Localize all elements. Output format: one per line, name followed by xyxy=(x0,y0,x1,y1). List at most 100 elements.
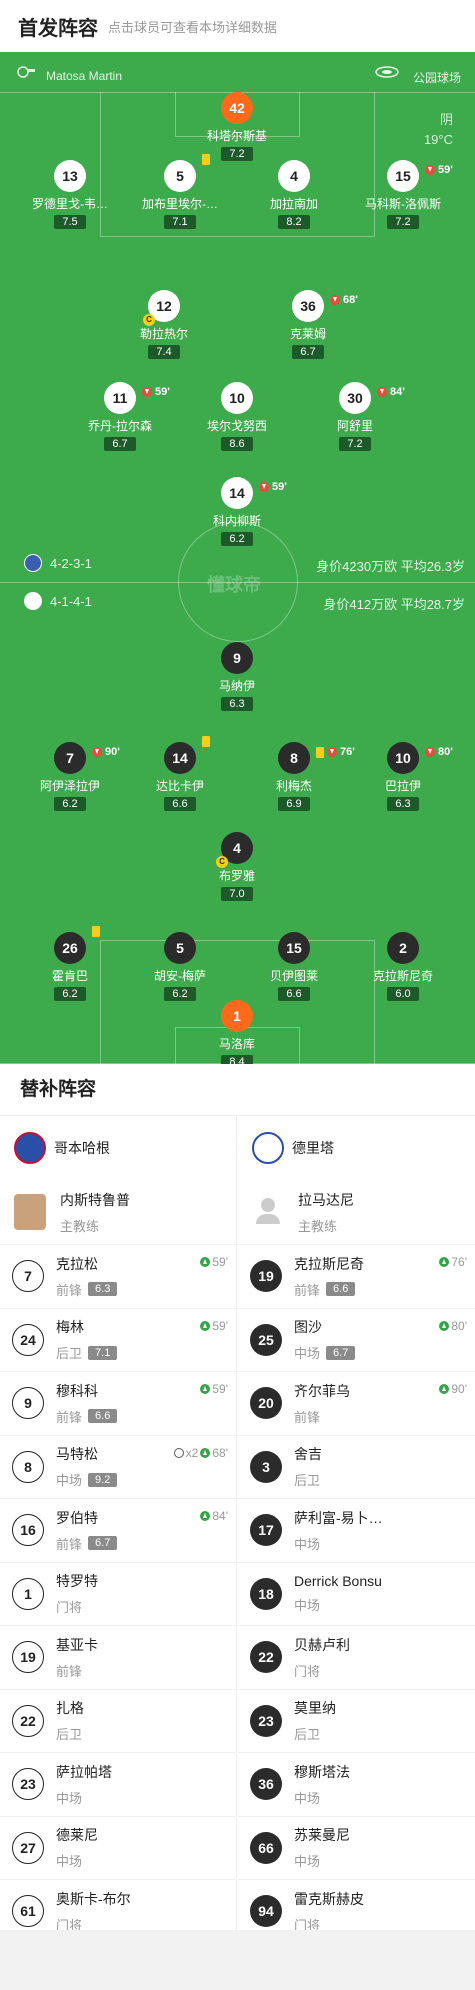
away-player[interactable]: 4 C 布罗雅 7.0 xyxy=(177,832,297,902)
captain-badge: C xyxy=(216,856,228,868)
sub-on-minute: 68' xyxy=(212,1445,228,1460)
player-number: 15 59' xyxy=(387,160,453,192)
home-bench: 哥本哈根 内斯特鲁普 主教练 7 克拉松 前锋 6.3 59' 24 梅林 后卫 7.1 59' 9… xyxy=(0,1116,237,1943)
home-player[interactable]: 13 罗德里戈-韦… 7.5 xyxy=(10,160,130,230)
bench-player-name: 齐尔菲乌 xyxy=(294,1382,350,1399)
player-rating: 6.2 xyxy=(54,797,86,811)
away-player[interactable]: 2 克拉斯尼奇 6.0 xyxy=(343,932,463,1002)
bench-player-number: 23 xyxy=(250,1704,282,1737)
away-player[interactable]: 9 马纳伊 6.3 xyxy=(177,642,297,712)
bench-player-info: 萨拉帕塔 中场 xyxy=(56,1762,112,1807)
captain-badge: C xyxy=(143,314,155,326)
bench-player-row[interactable]: 66 苏莱曼尼 中场 xyxy=(238,1815,475,1880)
lineup-header: 首发阵容 点击球员可查看本场详细数据 xyxy=(0,0,475,52)
player-name: 霍肯巴 xyxy=(51,969,88,983)
bench-player-row[interactable]: 20 齐尔菲乌 前锋 90' xyxy=(238,1371,475,1435)
bench-player-row[interactable]: 19 基亚卡 前锋 xyxy=(0,1625,236,1689)
away-coach-role: 主教练 xyxy=(298,1218,338,1234)
bench-player-position: 中场 9.2 xyxy=(56,1470,118,1489)
bench-player-events: 90' xyxy=(439,1382,467,1396)
home-player[interactable]: 14 59' 科内柳斯 6.2 xyxy=(177,477,297,547)
player-number: 5 xyxy=(164,932,196,964)
away-formation: 4-1-4-1 xyxy=(50,594,92,609)
home-player[interactable]: 4 加拉南加 8.2 xyxy=(234,160,354,230)
bench-player-rating: 6.7 xyxy=(88,1536,118,1551)
position-label: 中场 xyxy=(294,1536,321,1552)
bench-player-row[interactable]: 24 梅林 后卫 7.1 59' xyxy=(0,1307,236,1372)
away-player[interactable]: 14 达比卡伊 6.6 xyxy=(120,736,240,812)
substitution-off-icon xyxy=(425,165,435,175)
player-rating: 7.0 xyxy=(221,887,253,901)
player-number: 2 xyxy=(387,932,419,964)
bench-player-row[interactable]: 23 莫里纳 后卫 xyxy=(238,1688,475,1753)
home-coach[interactable]: 内斯特鲁普 主教练 xyxy=(0,1180,236,1244)
bench-player-name: 图沙 xyxy=(294,1319,322,1336)
bench-player-info: 舍吉 后卫 xyxy=(294,1444,322,1489)
bench-player-row[interactable]: 27 德莱尼 中场 xyxy=(0,1815,236,1880)
substitution-on-icon xyxy=(439,1257,450,1267)
bench-player-row[interactable]: 9 穆科科 前锋 6.6 59' xyxy=(0,1371,236,1435)
player-events: 90' xyxy=(92,736,120,768)
home-player[interactable]: 12 C 勒拉热尔 7.4 xyxy=(104,290,224,360)
away-player[interactable]: 26 霍肯巴 6.2 xyxy=(10,926,130,1002)
yellow-card-icon xyxy=(202,154,210,165)
bench-player-name: 莫里纳 xyxy=(294,1700,336,1717)
bench-player-row[interactable]: 1 特罗特 门将 xyxy=(0,1561,236,1626)
bench-player-number: 3 xyxy=(250,1450,282,1483)
away-player[interactable]: 10 80' 巴拉伊 6.3 xyxy=(343,742,463,812)
home-player[interactable]: 42 科塔尔斯基 7.2 xyxy=(177,92,297,162)
away-player[interactable]: 15 贝伊图莱 6.6 xyxy=(234,932,354,1002)
home-player[interactable]: 30 84' 阿舒里 7.2 xyxy=(295,382,415,452)
away-team-info: 4-1-4-1 身价412万欧 平均28.7岁 xyxy=(0,592,475,612)
home-coach-name: 内斯特鲁普 xyxy=(60,1191,130,1208)
position-label: 前锋 xyxy=(56,1409,83,1425)
substitution-on-icon xyxy=(200,1257,211,1267)
away-team-row[interactable]: 德里塔 xyxy=(238,1116,475,1180)
bench-player-row[interactable]: 17 萨利富-易卜… 中场 xyxy=(238,1498,475,1562)
away-player[interactable]: 5 胡安-梅萨 6.2 xyxy=(120,932,240,1002)
lineup-hint: 点击球员可查看本场详细数据 xyxy=(108,19,278,35)
home-player[interactable]: 15 59' 马科斯-洛佩斯 7.2 xyxy=(343,160,463,230)
bench-player-row[interactable]: 25 图沙 中场 6.7 80' xyxy=(238,1307,475,1372)
bench-player-row[interactable]: 16 罗伯特 前锋 6.7 84' xyxy=(0,1498,236,1562)
player-name: 埃尔戈努西 xyxy=(206,419,267,433)
away-player[interactable]: 7 90' 阿伊泽拉伊 6.2 xyxy=(10,742,130,812)
bench-player-row[interactable]: 18 Derrick Bonsu 中场 xyxy=(238,1561,475,1626)
position-label: 后卫 xyxy=(56,1727,83,1743)
bench-player-row[interactable]: 3 舍吉 后卫 xyxy=(238,1434,475,1499)
bench-player-number: 16 xyxy=(12,1514,44,1547)
bench-player-info: 罗伯特 前锋 6.7 xyxy=(56,1508,118,1553)
away-coach[interactable]: 拉马达尼 主教练 xyxy=(238,1180,475,1244)
bench-player-row[interactable]: 22 扎格 后卫 xyxy=(0,1688,236,1753)
bench-player-rating: 7.1 xyxy=(88,1345,118,1360)
position-label: 前锋 xyxy=(294,1409,321,1425)
bench-player-row[interactable]: 22 贝赫卢利 门将 xyxy=(238,1625,475,1689)
bench-player-row[interactable]: 23 萨拉帕塔 中场 xyxy=(0,1752,236,1816)
stadium-icon xyxy=(375,66,399,78)
substitution-off-icon xyxy=(327,747,337,757)
whistle-icon xyxy=(17,66,35,78)
bench-player-row[interactable]: 8 马特松 中场 9.2 x2 68' xyxy=(0,1434,236,1499)
home-player[interactable]: 10 埃尔戈努西 8.6 xyxy=(177,382,297,452)
bench-player-info: 克拉斯尼奇 前锋 6.6 xyxy=(294,1254,364,1299)
player-events: 59' xyxy=(259,471,287,503)
substitution-on-icon xyxy=(200,1447,211,1458)
bench-player-row[interactable]: 7 克拉松 前锋 6.3 59' xyxy=(0,1244,236,1308)
position-label: 前锋 xyxy=(56,1536,83,1552)
away-player[interactable]: 8 76' 利梅杰 6.9 xyxy=(234,742,355,812)
away-player[interactable]: 1 马洛库 8.4 xyxy=(177,1000,297,1064)
home-player[interactable]: 11 59' 乔丹-拉尔森 6.7 xyxy=(60,382,180,452)
player-number: 10 80' xyxy=(387,742,453,774)
copenhagen-logo-icon xyxy=(14,1132,46,1164)
bench-player-row[interactable]: 36 穆斯塔法 中场 xyxy=(238,1752,475,1816)
away-crest-icon xyxy=(24,592,42,610)
home-value: 身价4230万欧 平均26.3岁 xyxy=(316,559,465,574)
coach-placeholder-avatar xyxy=(252,1194,284,1230)
home-player[interactable]: 5 加布里埃尔-… 7.1 xyxy=(120,154,240,230)
bench-player-number: 17 xyxy=(250,1514,282,1547)
weather-temperature: 19°C xyxy=(423,132,453,147)
bench-player-row[interactable]: 19 克拉斯尼奇 前锋 6.6 76' xyxy=(238,1244,475,1308)
home-team-row[interactable]: 哥本哈根 xyxy=(0,1116,236,1180)
player-rating: 6.9 xyxy=(278,797,310,811)
home-player[interactable]: 36 68' 克莱姆 6.7 xyxy=(248,290,368,360)
